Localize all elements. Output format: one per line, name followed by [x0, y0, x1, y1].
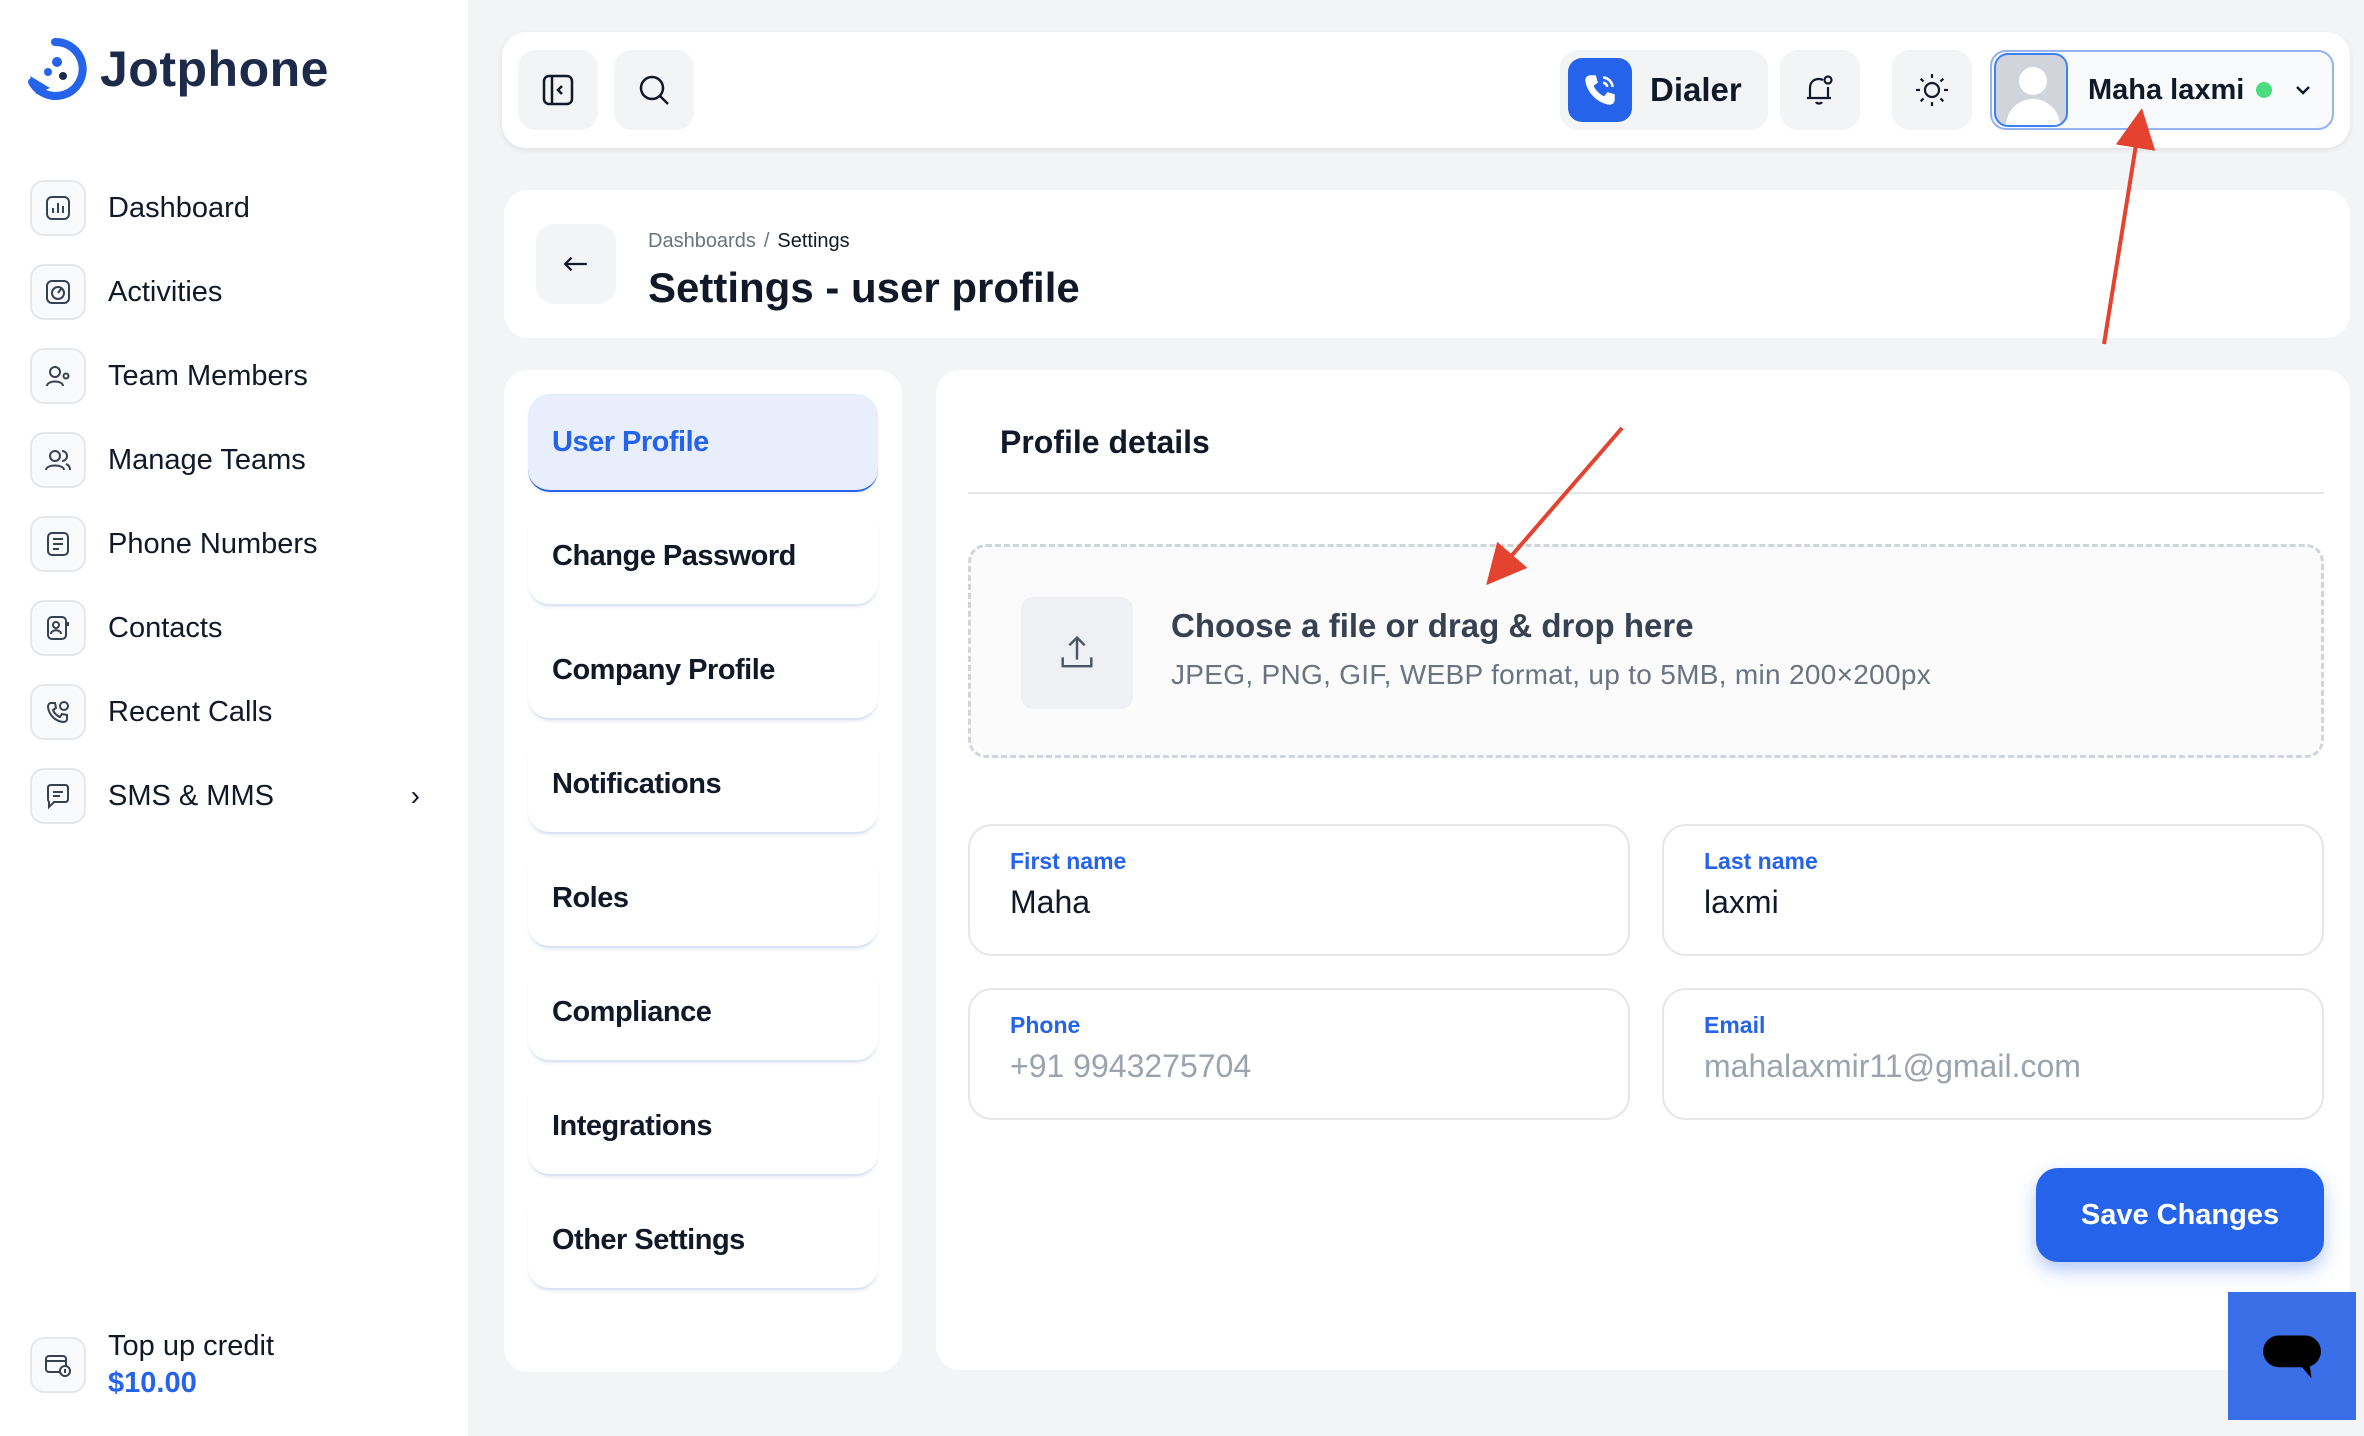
first-name-label: First name: [1010, 848, 1127, 874]
sidebar-item-label: Dashboard: [108, 191, 250, 224]
logo[interactable]: Jotphone: [22, 36, 329, 102]
user-profile-menu[interactable]: Maha laxmi: [1990, 50, 2334, 130]
settings-tab-roles[interactable]: Roles: [528, 850, 878, 948]
divider: [968, 492, 2324, 494]
page-title: Settings - user profile: [648, 264, 1080, 311]
team-members-icon: [30, 348, 86, 404]
contacts-icon: [30, 600, 86, 656]
sidebar-collapse-icon: [542, 74, 574, 106]
settings-tab-user-profile[interactable]: User Profile: [528, 394, 878, 492]
email-input[interactable]: [1704, 1048, 2284, 1085]
email-label: Email: [1704, 1012, 1766, 1038]
sidebar-item-label: Phone Numbers: [108, 527, 318, 560]
online-status-dot: [2256, 82, 2273, 98]
profile-details-panel: Profile details Choose a file or drag & …: [936, 370, 2350, 1370]
sidebar-item-label: Contacts: [108, 611, 223, 644]
sidebar-item-label: Team Members: [108, 359, 308, 392]
back-button[interactable]: [536, 224, 616, 304]
sidebar-item-activities[interactable]: Activities: [30, 264, 440, 320]
chat-widget-button[interactable]: [2228, 1292, 2356, 1420]
avatar-upload-dropzone[interactable]: Choose a file or drag & drop here JPEG, …: [968, 544, 2324, 758]
chat-bubble-icon: [2263, 1335, 2321, 1379]
jotphone-logo-icon: [28, 37, 87, 100]
phone-field[interactable]: Phone: [968, 988, 1630, 1120]
wallet-icon: [30, 1337, 86, 1393]
sidebar-item-label: Activities: [108, 275, 223, 308]
section-title: Profile details: [1000, 424, 1210, 460]
last-name-field[interactable]: Last name: [1662, 824, 2324, 956]
search-icon: [639, 75, 669, 105]
breadcrumb-separator: /: [763, 230, 770, 252]
sms-icon: [30, 768, 86, 824]
sidebar-item-label: Manage Teams: [108, 443, 306, 476]
dialer-button[interactable]: Dialer: [1560, 50, 1768, 130]
settings-tab-company-profile[interactable]: Company Profile: [528, 622, 878, 720]
settings-tab-compliance[interactable]: Compliance: [528, 964, 878, 1062]
phone-numbers-icon: [30, 516, 86, 572]
settings-tab-integrations[interactable]: Integrations: [528, 1078, 878, 1176]
settings-tab-change-password[interactable]: Change Password: [528, 508, 878, 606]
sidebar-item-recent-calls[interactable]: Recent Calls: [30, 684, 440, 740]
collapse-sidebar-button[interactable]: [518, 50, 598, 130]
page-header-card: Dashboards / Settings Settings - user prof…: [504, 190, 2350, 338]
search-button[interactable]: [614, 50, 694, 130]
notifications-button[interactable]: [1780, 50, 1860, 130]
phone-label: Phone: [1010, 1012, 1081, 1038]
topup-title: Top up credit: [108, 1330, 275, 1362]
top-header: Dialer Maha laxmi: [502, 32, 2350, 148]
activities-icon: [30, 264, 86, 320]
sidebar-item-dashboard[interactable]: Dashboard: [30, 180, 440, 236]
dashboard-icon: [30, 180, 86, 236]
last-name-input[interactable]: [1704, 884, 2284, 921]
sidebar-item-label: SMS & MMS: [108, 779, 274, 812]
phone-input[interactable]: [1010, 1048, 1590, 1085]
save-changes-button[interactable]: Save Changes: [2036, 1168, 2324, 1262]
last-name-label: Last name: [1704, 848, 1818, 874]
user-name: Maha laxmi: [2088, 73, 2245, 106]
settings-menu: User Profile Change Password Company Pro…: [504, 370, 902, 1372]
chevron-right-icon[interactable]: ›: [411, 780, 420, 812]
sidebar-item-phone-numbers[interactable]: Phone Numbers: [30, 516, 440, 572]
avatar: [1994, 53, 2068, 127]
email-field[interactable]: Email: [1662, 988, 2324, 1120]
sidebar-item-manage-teams[interactable]: Manage Teams: [30, 432, 440, 488]
first-name-input[interactable]: [1010, 884, 1590, 921]
topup-amount: $10.00: [108, 1367, 197, 1399]
sidebar-nav: Dashboard Activities Team Members Manage…: [30, 180, 440, 852]
settings-tab-other-settings[interactable]: Other Settings: [528, 1192, 878, 1290]
theme-toggle-button[interactable]: [1892, 50, 1972, 130]
first-name-field[interactable]: First name: [968, 824, 1630, 956]
topup-credit[interactable]: Top up credit $10.00: [30, 1330, 274, 1400]
upload-title: Choose a file or drag & drop here: [1171, 607, 1694, 644]
breadcrumb-current: Settings: [777, 230, 850, 252]
sidebar-item-team-members[interactable]: Team Members: [30, 348, 440, 404]
sidebar-item-label: Recent Calls: [108, 695, 273, 728]
arrow-left-icon: [563, 256, 587, 272]
sidebar-item-contacts[interactable]: Contacts: [30, 600, 440, 656]
sidebar: Jotphone Dashboard Activities Team Membe…: [0, 0, 468, 1436]
chevron-down-icon: [2296, 86, 2311, 95]
breadcrumb: Dashboards / Settings: [648, 230, 850, 253]
breadcrumb-parent[interactable]: Dashboards: [648, 230, 756, 252]
settings-tab-notifications[interactable]: Notifications: [528, 736, 878, 834]
upload-hint: JPEG, PNG, GIF, WEBP format, up to 5MB, …: [1171, 659, 1932, 690]
app-name: Jotphone: [100, 41, 329, 97]
phone-call-icon: [1568, 58, 1632, 122]
bell-icon: [1807, 75, 1833, 105]
manage-teams-icon: [30, 432, 86, 488]
recent-calls-icon: [30, 684, 86, 740]
topup-texts: Top up credit $10.00: [108, 1330, 274, 1400]
sun-icon: [1916, 74, 1948, 106]
upload-icon: [1021, 597, 1133, 709]
dialer-label: Dialer: [1650, 71, 1742, 108]
sidebar-item-sms-mms[interactable]: SMS & MMS ›: [30, 768, 440, 824]
